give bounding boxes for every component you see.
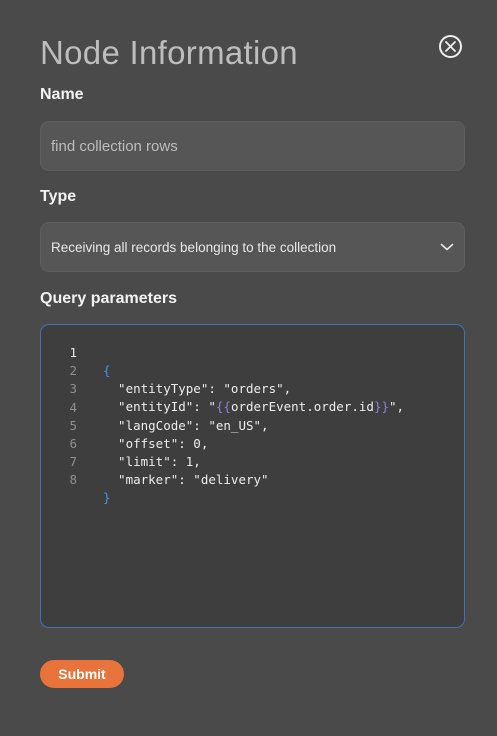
line-number: 8	[69, 472, 77, 488]
code-line: 2 "entityType": "orders",	[41, 344, 464, 396]
code-line: 4 "langCode": "en_US",	[41, 381, 464, 433]
type-select[interactable]: Receiving all records belonging to the c…	[40, 222, 465, 272]
chevron-down-icon	[440, 243, 454, 251]
name-input[interactable]	[41, 122, 464, 170]
type-label: Type	[40, 188, 77, 205]
submit-button[interactable]: Submit	[40, 660, 124, 688]
code-line: 5 "offset": 0,	[41, 399, 464, 451]
type-select-value: Receiving all records belonging to the c…	[51, 239, 337, 255]
code-line: 8 }	[41, 453, 464, 505]
node-information-dialog: Node Information Name Type Receiving all…	[0, 0, 497, 736]
name-label: Name	[40, 86, 84, 103]
query-code-editor[interactable]: 1 { 2 "entityType": "orders", 3 "entityI…	[40, 324, 465, 628]
close-button[interactable]	[439, 35, 462, 58]
code-line: 7 "marker": "delivery"	[41, 435, 464, 487]
query-parameters-label: Query parameters	[40, 290, 177, 307]
line-code: "marker": "delivery"	[103, 472, 269, 488]
code-line: 6 "limit": 1,	[41, 417, 464, 469]
name-field-container	[40, 121, 465, 171]
code-line: 1 {	[41, 326, 464, 378]
code-line: 3 "entityId": "{{orderEvent.order.id}}",	[41, 362, 464, 414]
dialog-title: Node Information	[40, 34, 298, 71]
close-icon	[445, 41, 456, 52]
line-code: }	[103, 490, 111, 506]
